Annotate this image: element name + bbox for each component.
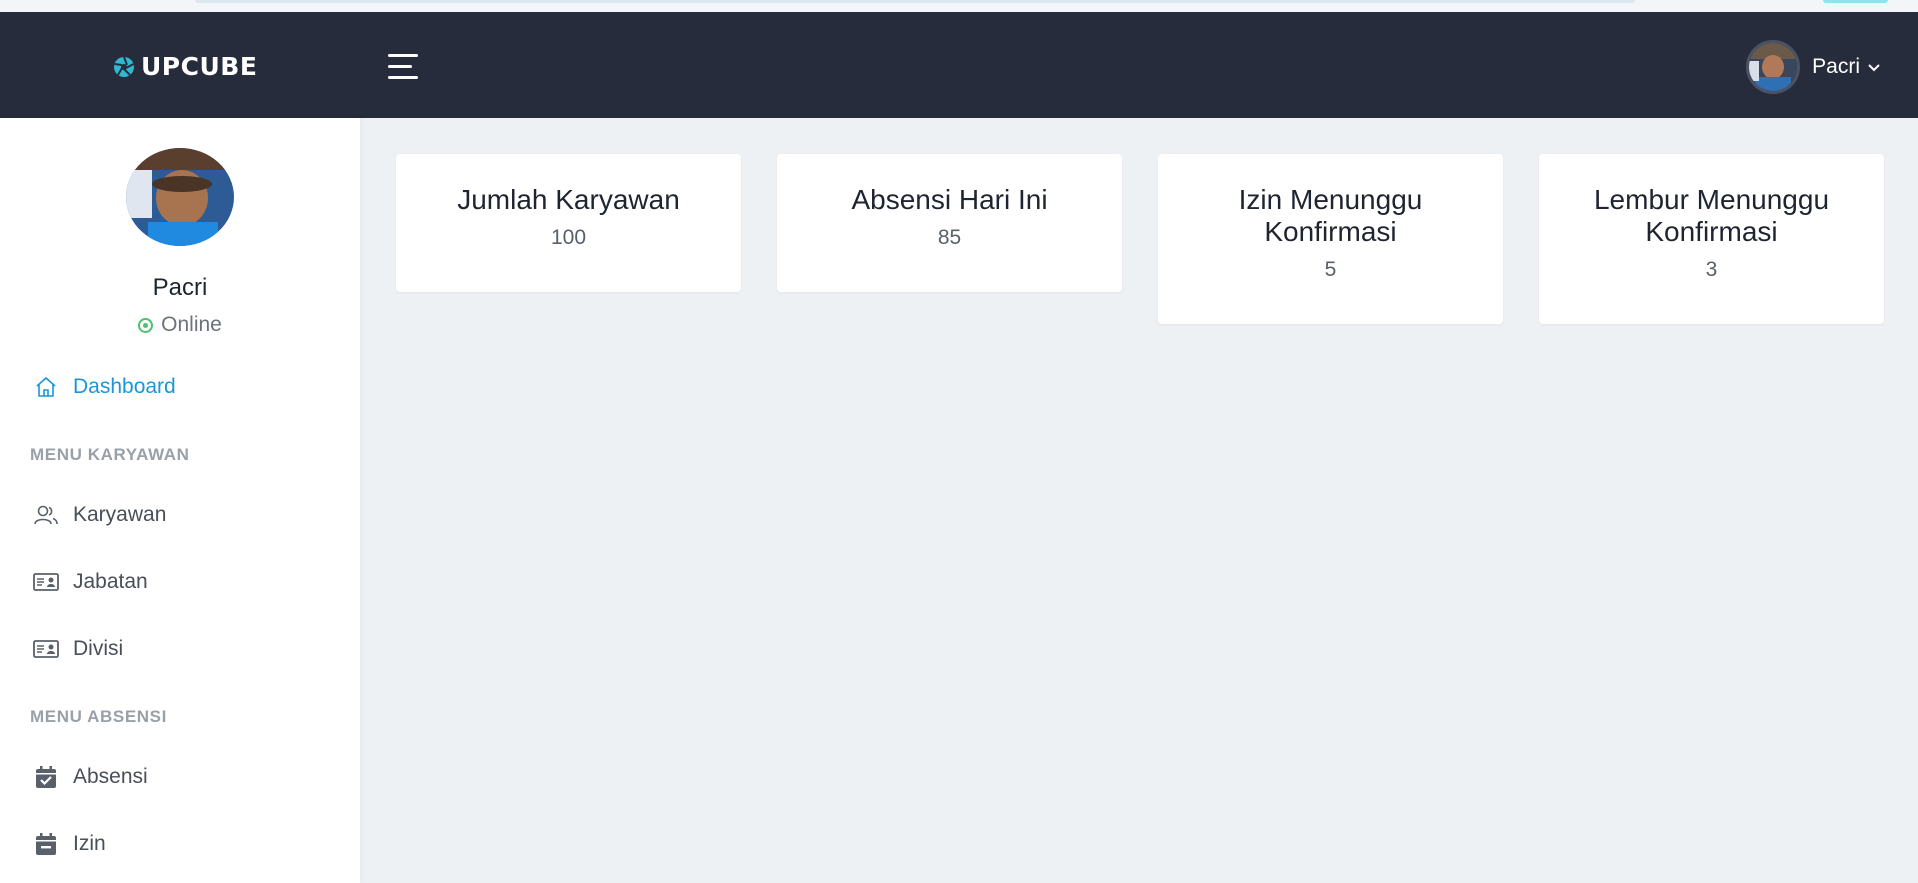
stat-card-jumlah-karyawan: Jumlah Karyawan 100	[396, 154, 741, 292]
user-menu[interactable]: Pacri	[1746, 40, 1880, 94]
user-avatar	[1746, 40, 1801, 94]
sidebar-item-dashboard[interactable]: Dashboard	[33, 374, 176, 400]
hamburger-line	[388, 76, 418, 79]
sidebar-item-absensi[interactable]: Absensi	[33, 764, 148, 790]
sidebar-item-divisi[interactable]: Divisi	[33, 636, 123, 662]
sidebar-item-label: Dashboard	[73, 375, 176, 398]
brand-logo[interactable]: UPCUBE	[113, 52, 257, 81]
topbar: UPCUBE Pacri	[0, 12, 1918, 118]
stat-card-absensi-hari-ini: Absensi Hari Ini 85	[777, 154, 1122, 292]
sidebar: Pacri Online Dashboard MENU KARYAWAN Kar…	[0, 118, 360, 883]
stat-card-value: 85	[937, 226, 962, 249]
stat-card-title: Lembur Menunggu Konfirmasi	[1593, 184, 1830, 247]
brand-name: UPCUBE	[141, 52, 258, 81]
top-strip-button	[1823, 0, 1888, 3]
online-status-icon	[138, 317, 154, 333]
top-strip-bar	[195, 0, 1635, 3]
hamburger-line	[388, 65, 412, 68]
id-card-icon	[33, 569, 59, 595]
profile-name: Pacri	[152, 274, 208, 301]
stat-card-value: 100	[550, 226, 587, 249]
id-card-icon	[33, 636, 59, 662]
stat-card-title: Jumlah Karyawan	[457, 184, 680, 215]
users-icon	[33, 502, 59, 528]
stat-card-title: Izin Menunggu Konfirmasi	[1238, 184, 1423, 247]
calendar-check-icon	[33, 764, 59, 790]
user-name: Pacri	[1812, 55, 1860, 78]
sidebar-item-label: Absensi	[73, 765, 148, 788]
nav-section-absensi: MENU ABSENSI	[30, 707, 167, 726]
stat-card-title: Absensi Hari Ini	[851, 184, 1048, 215]
sidebar-item-label: Divisi	[73, 637, 124, 660]
sidebar-item-label: Jabatan	[73, 570, 148, 593]
sidebar-item-jabatan[interactable]: Jabatan	[33, 569, 148, 595]
sidebar-item-izin[interactable]: Izin	[33, 831, 106, 857]
sidebar-item-label: Karyawan	[73, 503, 167, 526]
home-icon	[33, 374, 59, 400]
stat-card-izin-menunggu: Izin Menunggu Konfirmasi 5	[1158, 154, 1503, 324]
sidebar-item-label: Izin	[73, 832, 106, 855]
chevron-down-icon	[1868, 59, 1880, 75]
stat-card-lembur-menunggu: Lembur Menunggu Konfirmasi 3	[1539, 154, 1884, 324]
menu-toggle-button[interactable]	[388, 54, 418, 80]
stat-card-value: 5	[1324, 258, 1337, 281]
status-text: Online	[161, 313, 222, 336]
sidebar-item-karyawan[interactable]: Karyawan	[33, 502, 166, 528]
profile-avatar	[126, 148, 234, 246]
profile-status: Online	[0, 313, 360, 337]
browser-top-strip	[0, 0, 1918, 12]
calendar-minus-icon	[33, 831, 59, 857]
nav-section-karyawan: MENU KARYAWAN	[30, 445, 190, 464]
aperture-icon	[113, 56, 135, 78]
hamburger-line	[388, 54, 418, 57]
stat-card-value: 3	[1705, 258, 1718, 281]
